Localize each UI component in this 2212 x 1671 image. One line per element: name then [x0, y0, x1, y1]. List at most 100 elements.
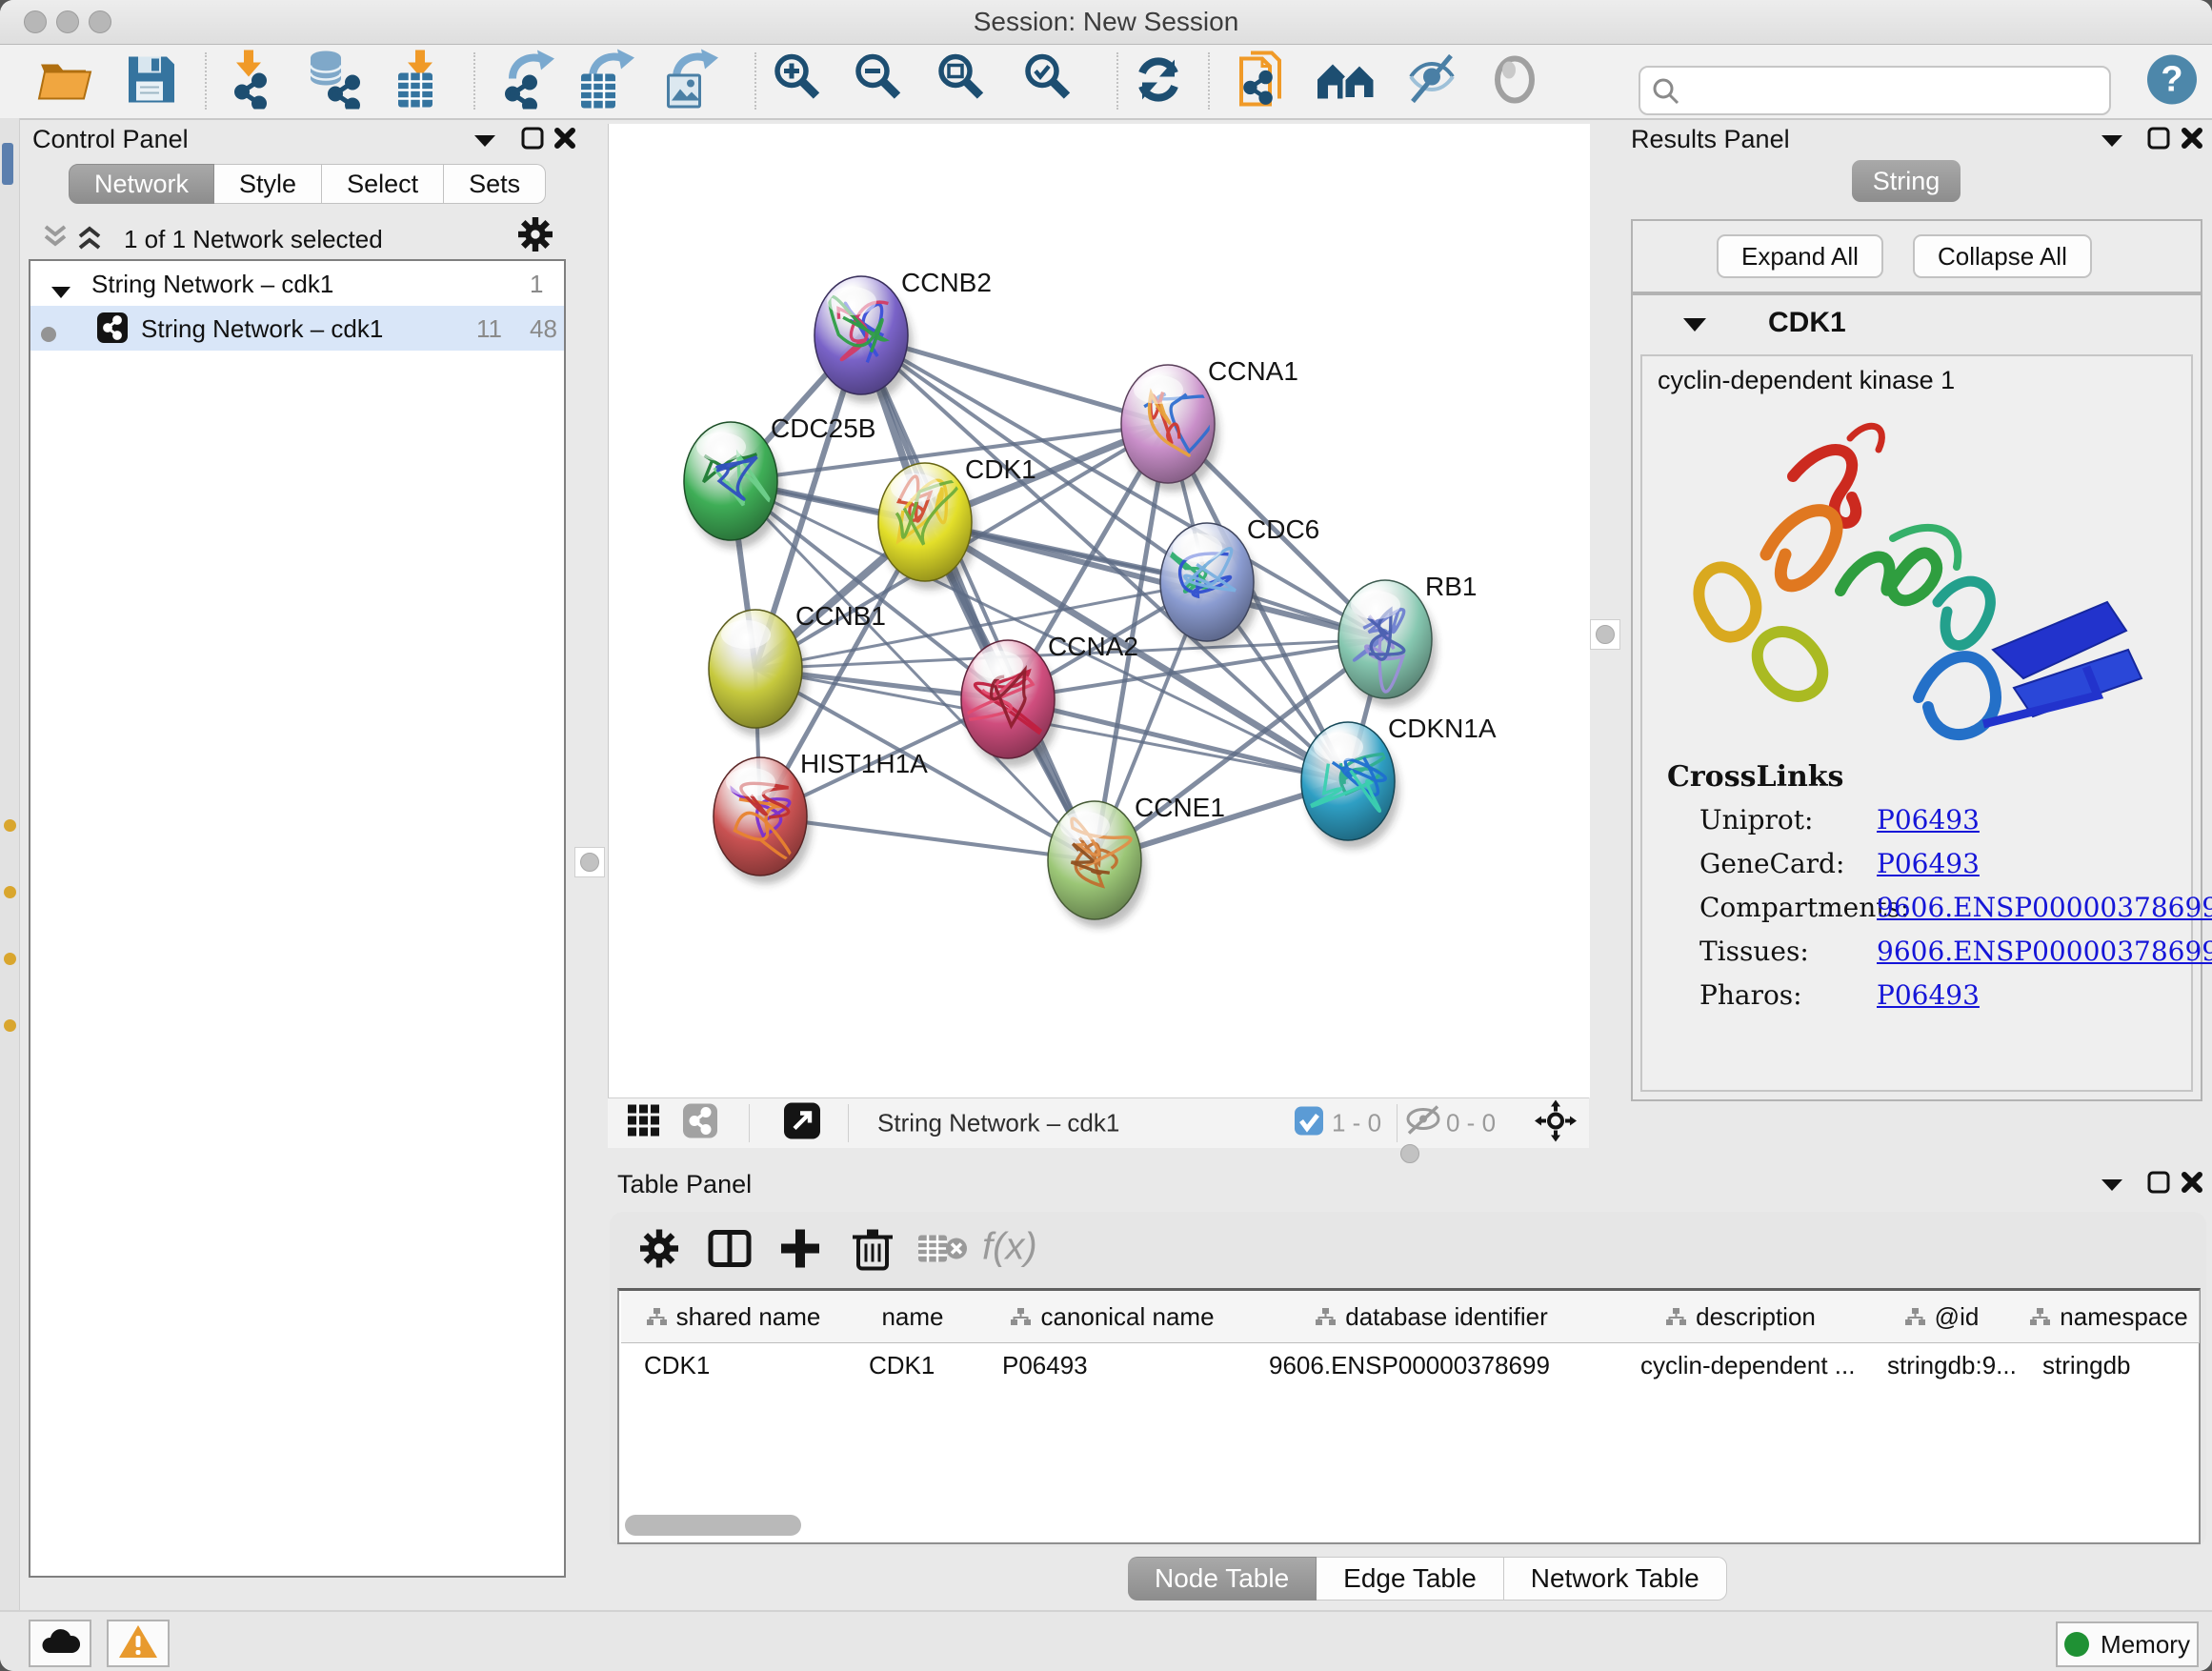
tab-edge-table[interactable]: Edge Table — [1317, 1557, 1504, 1601]
panel-close-icon[interactable] — [2180, 1170, 2204, 1199]
current-network-dot-icon — [40, 320, 57, 350]
zoom-fit-icon — [936, 95, 992, 111]
crosshair-icon[interactable] — [1535, 1100, 1577, 1147]
node-table[interactable]: shared namenamecanonical namedatabase id… — [617, 1288, 2201, 1544]
open-folder-icon — [37, 94, 96, 111]
column-header-database-identifier[interactable]: database identifier — [1246, 1291, 1619, 1343]
toolbar-zoom-in-button[interactable] — [773, 52, 828, 112]
table-scrollbar[interactable] — [625, 1515, 801, 1536]
column-header-canonical-name[interactable]: canonical name — [979, 1291, 1247, 1343]
toolbar-import-network-button[interactable] — [223, 50, 276, 114]
table-panel-title: Table Panel — [617, 1170, 752, 1199]
panel-collapse-icon[interactable] — [2101, 1178, 2123, 1198]
expander-caret-icon[interactable] — [51, 276, 70, 306]
network-canvas[interactable]: CCNB2CCNA1CDC25BCDK1CDC6RB1CCNB1CCNA2CDK… — [608, 124, 1590, 1097]
crosslink-link[interactable]: P06493 — [1877, 848, 1980, 879]
panel-float-icon[interactable] — [2146, 126, 2171, 155]
window-title: Session: New Session — [0, 0, 2212, 44]
cell--id[interactable]: stringdb:9... — [1887, 1344, 2016, 1386]
cell-canonical-name[interactable]: P06493 — [1002, 1344, 1242, 1386]
search-box[interactable] — [1639, 66, 2111, 115]
column-header--id[interactable]: @id — [1864, 1291, 2021, 1343]
expand-all-chevron-icon[interactable] — [74, 223, 105, 256]
node-count: 11 — [476, 314, 502, 344]
toolbar-houses-button[interactable] — [1316, 53, 1378, 111]
cell-description[interactable]: cyclin-dependent ... — [1640, 1344, 1860, 1386]
toolbar-help-button[interactable]: ? — [2146, 54, 2198, 111]
tab-select[interactable]: Select — [322, 164, 444, 204]
detach-view-icon[interactable] — [784, 1103, 820, 1144]
svg-text:?: ? — [2161, 60, 2182, 100]
toolbar-gray-eye-button[interactable] — [1490, 53, 1539, 111]
cell-database-identifier[interactable]: 9606.ENSP00000378699 — [1269, 1344, 1614, 1386]
application-window: Session: New Session ? Control Panel Net… — [0, 0, 2212, 1671]
tab-style[interactable]: Style — [214, 164, 322, 204]
toolbar-open-folder-button[interactable] — [37, 53, 96, 111]
trash-icon[interactable] — [851, 1226, 895, 1277]
panel-close-icon[interactable] — [2180, 126, 2204, 155]
right-splitter-handle[interactable] — [1590, 619, 1620, 650]
toolbar-document-network-button[interactable] — [1237, 50, 1291, 115]
panel-close-icon[interactable] — [553, 126, 577, 155]
tab-network-table[interactable]: Network Table — [1504, 1557, 1727, 1601]
search-input[interactable] — [1686, 71, 2100, 108]
tab-sets[interactable]: Sets — [444, 164, 546, 204]
fx-icon: f(x) — [980, 1227, 1056, 1276]
network-view-mode-icon[interactable] — [683, 1104, 717, 1143]
column-header-namespace[interactable]: namespace — [2020, 1291, 2200, 1343]
grid-view-icon[interactable] — [628, 1105, 660, 1142]
control-panel-tabs: NetworkStyleSelectSets — [69, 164, 546, 204]
column-header-shared-name[interactable]: shared name — [621, 1291, 847, 1343]
column-header-name[interactable]: name — [846, 1291, 980, 1343]
toolbar-zoom-out-button[interactable] — [854, 52, 909, 112]
horizontal-splitter[interactable] — [600, 1147, 2212, 1160]
panel-float-icon[interactable] — [520, 126, 545, 155]
save-floppy-icon — [125, 94, 178, 111]
section-caret-icon[interactable] — [1682, 316, 1707, 338]
column-header-description[interactable]: description — [1618, 1291, 1865, 1343]
toolbar-save-floppy-button[interactable] — [125, 53, 178, 111]
columns-icon[interactable] — [708, 1229, 752, 1274]
toolbar-import-table-button[interactable] — [392, 50, 446, 114]
crosslink-link[interactable]: P06493 — [1877, 804, 1980, 836]
gear-icon[interactable] — [640, 1230, 678, 1273]
toolbar-export-network-button[interactable] — [499, 50, 556, 114]
toolbar-import-database-button[interactable] — [301, 50, 360, 114]
cell-name[interactable]: CDK1 — [869, 1344, 975, 1386]
crosslink-link[interactable]: 9606.ENSP00000378699 — [1877, 892, 2212, 923]
toolbar-eye-slash-button[interactable] — [1403, 52, 1460, 112]
tab-node-table[interactable]: Node Table — [1128, 1557, 1317, 1601]
collapse-all-chevron-icon[interactable] — [40, 223, 70, 256]
memory-button[interactable]: Memory — [2056, 1621, 2199, 1667]
collection-count: 1 — [530, 270, 543, 299]
cloud-button[interactable] — [29, 1620, 91, 1667]
clipped-icon — [4, 819, 16, 832]
tab-network[interactable]: Network — [69, 164, 214, 204]
toolbar-export-image-button[interactable] — [661, 50, 718, 115]
toolbar-export-table-button[interactable] — [577, 50, 634, 115]
panel-collapse-icon[interactable] — [2101, 133, 2123, 153]
selected-checkbox-icon[interactable] — [1294, 1106, 1324, 1141]
toolbar-refresh-button[interactable] — [1131, 52, 1186, 112]
crosslink-link[interactable]: P06493 — [1877, 979, 1980, 1011]
toolbar-zoom-selected-button[interactable] — [1023, 52, 1078, 112]
expand-all-button[interactable]: Expand All — [1717, 234, 1883, 278]
network-row-selected[interactable]: String Network – cdk1 11 48 — [30, 306, 564, 351]
warning-button[interactable] — [107, 1620, 170, 1667]
crosslink-link[interactable]: 9606.ENSP00000378699 — [1877, 936, 2212, 967]
cell-namespace[interactable]: stringdb — [2042, 1344, 2195, 1386]
plus-icon[interactable] — [779, 1228, 821, 1275]
network-collection-row[interactable]: String Network – cdk1 1 — [30, 261, 564, 306]
cell-shared-name[interactable]: CDK1 — [644, 1344, 842, 1386]
panel-float-icon[interactable] — [2146, 1170, 2171, 1199]
tab-string[interactable]: String — [1852, 160, 1961, 202]
panel-collapse-icon[interactable] — [473, 133, 496, 153]
left-splitter-handle[interactable] — [574, 847, 605, 877]
status-bar: Memory — [0, 1610, 2212, 1671]
network-options-gear-icon[interactable] — [518, 217, 553, 256]
toolbar-zoom-fit-button[interactable] — [936, 52, 992, 112]
edge-CCNB2-CCNE1[interactable] — [861, 335, 1095, 860]
toolbar-separator — [205, 52, 207, 110]
collapse-all-button[interactable]: Collapse All — [1913, 234, 2092, 278]
help-icon: ? — [2146, 93, 2198, 110]
